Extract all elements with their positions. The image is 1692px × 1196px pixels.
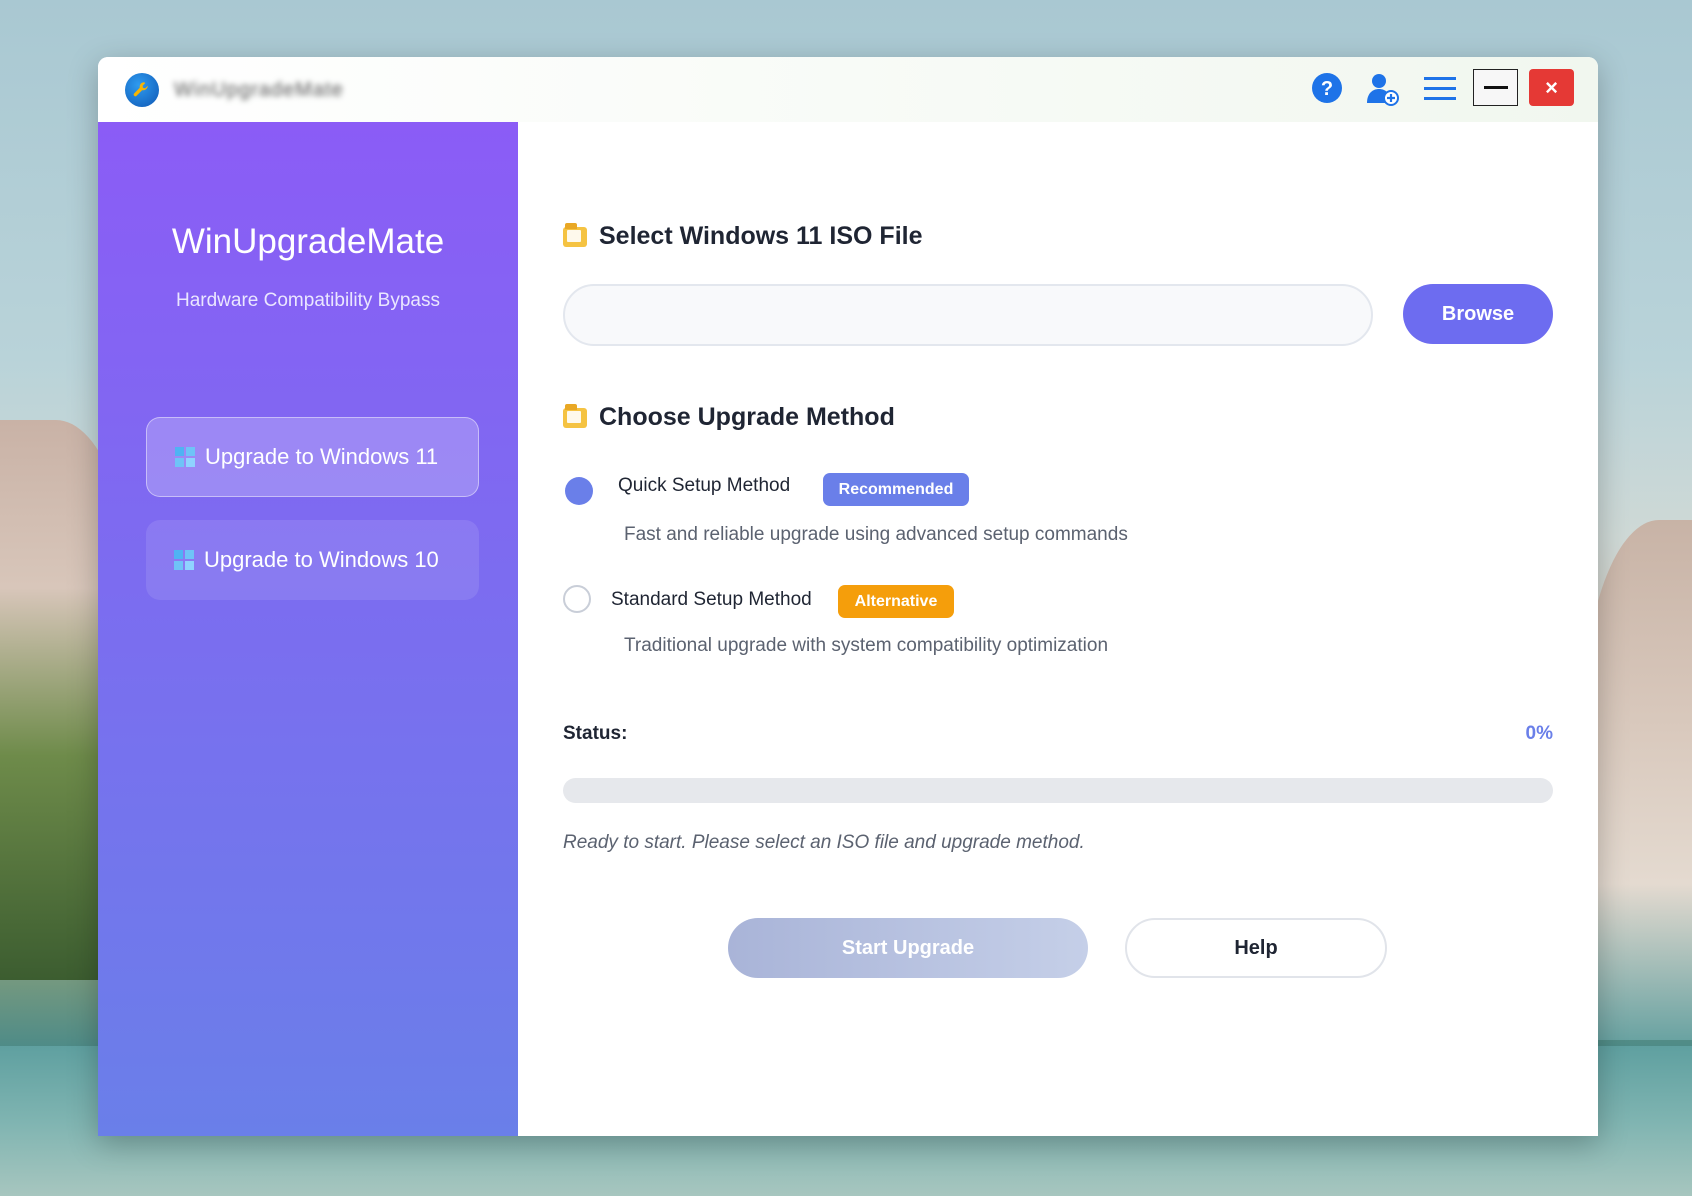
- iso-section-title-text: Select Windows 11 ISO File: [599, 222, 923, 250]
- folder-icon: [563, 222, 587, 247]
- sidebar: WinUpgradeMate Hardware Compatibility By…: [98, 122, 518, 1136]
- method-section-title-text: Choose Upgrade Method: [599, 403, 895, 431]
- background-hill-right: [1582, 520, 1692, 1040]
- menu-icon[interactable]: [1418, 69, 1462, 109]
- folder-icon: [563, 403, 587, 428]
- standard-method-description: Traditional upgrade with system compatib…: [624, 635, 1109, 656]
- help-button[interactable]: Help: [1125, 918, 1387, 978]
- minimize-icon[interactable]: [1473, 69, 1518, 106]
- progress-bar: [563, 778, 1553, 803]
- status-message: Ready to start. Please select an ISO fil…: [563, 832, 1085, 853]
- windows-icon: [175, 447, 195, 467]
- recommended-badge: Recommended: [823, 473, 969, 506]
- start-upgrade-button[interactable]: Start Upgrade: [728, 918, 1088, 978]
- help-icon[interactable]: ?: [1305, 69, 1349, 109]
- status-label: Status:: [563, 723, 628, 744]
- iso-section-title: Select Windows 11 ISO File: [563, 222, 923, 251]
- sidebar-item-windows-11[interactable]: Upgrade to Windows 11: [146, 417, 479, 497]
- close-icon[interactable]: ×: [1529, 69, 1574, 106]
- main-panel: Select Windows 11 ISO File Browse Choose…: [518, 122, 1598, 1136]
- quick-method-label[interactable]: Quick Setup Method: [618, 475, 790, 497]
- windows-icon: [174, 550, 194, 570]
- sidebar-item-label: Upgrade to Windows 10: [204, 547, 439, 572]
- sidebar-item-label: Upgrade to Windows 11: [205, 444, 439, 469]
- standard-method-label[interactable]: Standard Setup Method: [611, 589, 812, 611]
- browse-button[interactable]: Browse: [1403, 284, 1553, 344]
- iso-path-input[interactable]: [563, 284, 1373, 346]
- user-add-icon[interactable]: [1360, 69, 1404, 109]
- quick-method-radio[interactable]: [565, 477, 593, 505]
- svg-text:?: ?: [1321, 78, 1333, 100]
- title-bar[interactable]: WinUpgradeMate ? ×: [98, 57, 1598, 122]
- method-section-title: Choose Upgrade Method: [563, 403, 895, 432]
- brand-name: WinUpgradeMate: [171, 222, 445, 261]
- status-percent: 0%: [1525, 723, 1553, 744]
- app-window: WinUpgradeMate ? × WinUpgradeMate Hardwa…: [98, 57, 1598, 1136]
- window-title: WinUpgradeMate: [174, 79, 344, 101]
- sidebar-item-windows-10[interactable]: Upgrade to Windows 10: [146, 520, 479, 600]
- brand-tagline: Hardware Compatibility Bypass: [176, 290, 440, 311]
- alternative-badge: Alternative: [838, 585, 954, 618]
- quick-method-description: Fast and reliable upgrade using advanced…: [624, 524, 1128, 545]
- app-logo-icon: [125, 73, 159, 107]
- standard-method-radio[interactable]: [563, 585, 591, 613]
